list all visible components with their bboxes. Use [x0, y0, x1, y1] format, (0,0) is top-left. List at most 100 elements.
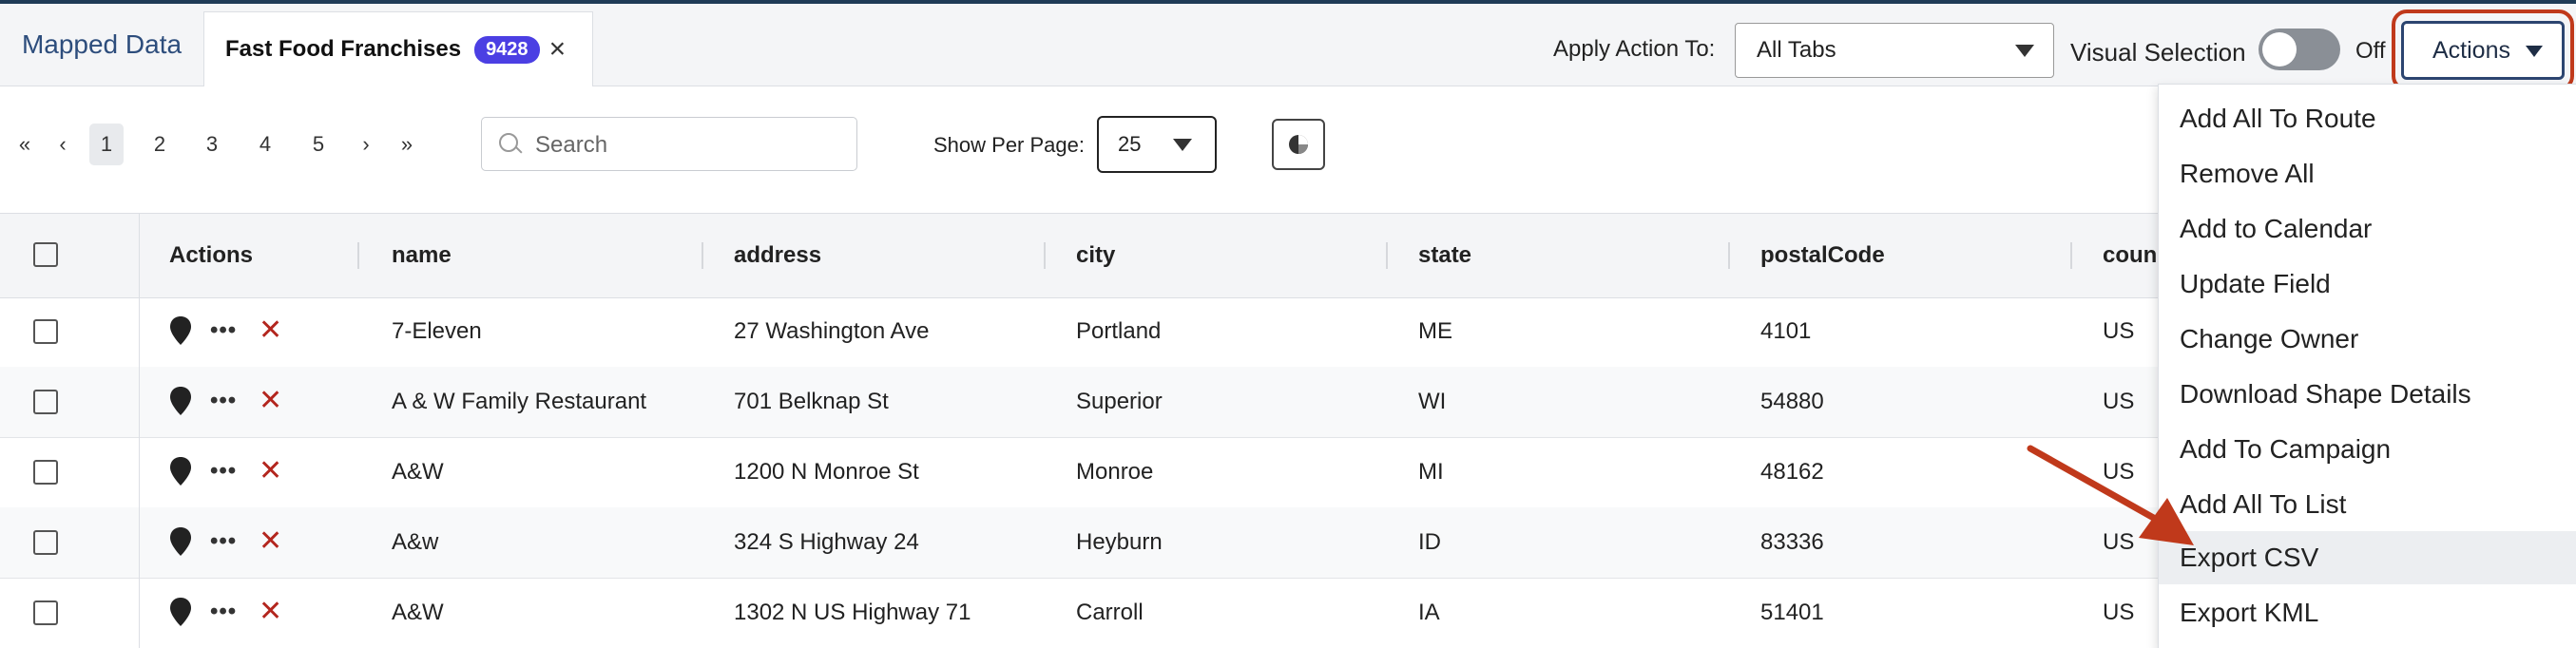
map-pin-icon[interactable]: [168, 386, 193, 416]
cell-postal-code: 51401: [1760, 600, 1824, 625]
toggle-state-label: Off: [2355, 38, 2386, 64]
header-postal-code[interactable]: postalCode: [1760, 214, 1885, 297]
map-pin-icon[interactable]: [168, 597, 193, 627]
pager-page-3[interactable]: 3: [195, 124, 229, 165]
more-options-icon[interactable]: •••: [210, 458, 237, 485]
row-checkbox[interactable]: [33, 600, 58, 625]
cell-state: ME: [1418, 318, 1452, 344]
cell-address: 1200 N Monroe St: [734, 459, 919, 485]
menu-item-add-to-campaign[interactable]: Add To Campaign: [2159, 423, 2576, 476]
cell-state: MI: [1418, 459, 1444, 485]
tab-close-icon[interactable]: ×: [549, 35, 567, 64]
menu-item-add-all-to-list[interactable]: Add All To List: [2159, 478, 2576, 531]
pager-first-button[interactable]: «: [8, 124, 42, 165]
cell-name: A&w: [392, 529, 439, 555]
row-checkbox[interactable]: [33, 530, 58, 555]
visual-selection-label: Visual Selection: [2070, 38, 2246, 67]
cell-name: A & W Family Restaurant: [392, 389, 647, 414]
actions-dropdown-menu: Add All To Route Remove All Add to Calen…: [2158, 84, 2576, 648]
actions-button[interactable]: Actions: [2401, 21, 2565, 80]
apply-action-select[interactable]: All Tabs: [1735, 23, 2054, 78]
cell-state: WI: [1418, 389, 1447, 414]
menu-item-export-kml[interactable]: Export KML: [2159, 586, 2576, 639]
column-resizer[interactable]: [1386, 242, 1388, 269]
pager-page-4[interactable]: 4: [248, 124, 282, 165]
apply-action-value: All Tabs: [1757, 37, 1836, 63]
per-page-value: 25: [1118, 132, 1142, 156]
more-options-icon[interactable]: •••: [210, 388, 237, 414]
row-checkbox[interactable]: [33, 319, 58, 344]
header-actions[interactable]: Actions: [169, 214, 253, 297]
menu-item-download-shape-details[interactable]: Download Shape Details: [2159, 368, 2576, 421]
more-options-icon[interactable]: •••: [210, 528, 237, 555]
cell-name: A&W: [392, 600, 444, 625]
delete-icon[interactable]: ✕: [259, 384, 282, 417]
column-resizer[interactable]: [2070, 242, 2072, 269]
menu-item-add-to-calendar[interactable]: Add to Calendar: [2159, 202, 2576, 256]
map-pin-icon[interactable]: [168, 526, 193, 557]
show-per-page-label: Show Per Page:: [933, 133, 1085, 157]
cell-country: US: [2103, 600, 2135, 625]
header-name[interactable]: name: [392, 214, 452, 297]
header-state[interactable]: state: [1418, 214, 1471, 297]
menu-item-update-field[interactable]: Update Field: [2159, 257, 2576, 311]
pie-chart-icon: [1289, 135, 1308, 154]
visual-selection-toggle[interactable]: [2259, 29, 2340, 70]
pager-page-5[interactable]: 5: [301, 124, 336, 165]
search-input[interactable]: [533, 127, 841, 163]
pager-page-2[interactable]: 2: [143, 124, 177, 165]
menu-item-remove-all[interactable]: Remove All: [2159, 147, 2576, 200]
toggle-knob: [2262, 32, 2297, 67]
pager-next-button[interactable]: ›: [349, 124, 383, 165]
more-options-icon[interactable]: •••: [210, 599, 237, 625]
app-root: Mapped Data Fast Food Franchises 9428 × …: [0, 0, 2576, 648]
cell-name: 7-Eleven: [392, 318, 482, 344]
cell-postal-code: 48162: [1760, 459, 1824, 485]
column-resizer[interactable]: [1728, 242, 1730, 269]
cell-state: IA: [1418, 600, 1440, 625]
record-count-badge: 9428: [474, 35, 540, 64]
delete-icon[interactable]: ✕: [259, 454, 282, 487]
map-pin-icon[interactable]: [168, 456, 193, 486]
cell-city: Monroe: [1076, 459, 1154, 485]
delete-icon[interactable]: ✕: [259, 524, 282, 558]
menu-item-export-csv[interactable]: Export CSV: [2159, 531, 2576, 584]
tab-fast-food-franchises[interactable]: Fast Food Franchises 9428 ×: [203, 11, 593, 86]
row-checkbox[interactable]: [33, 390, 58, 414]
more-options-icon[interactable]: •••: [210, 317, 237, 344]
search-icon: [499, 133, 518, 152]
cell-city: Carroll: [1076, 600, 1144, 625]
header-country[interactable]: coun: [2103, 214, 2157, 297]
delete-icon[interactable]: ✕: [259, 595, 282, 628]
pie-chart-button[interactable]: [1272, 119, 1325, 170]
menu-item-change-owner[interactable]: Change Owner: [2159, 313, 2576, 366]
column-divider: [139, 213, 140, 648]
cell-postal-code: 4101: [1760, 318, 1812, 344]
pager-page-1[interactable]: 1: [89, 124, 124, 165]
column-resizer[interactable]: [357, 242, 359, 269]
per-page-select[interactable]: 25: [1097, 116, 1217, 173]
tab-mapped-data[interactable]: Mapped Data: [0, 4, 203, 86]
row-checkbox[interactable]: [33, 460, 58, 485]
cell-country: US: [2103, 318, 2135, 344]
cell-country: US: [2103, 459, 2135, 485]
header-address[interactable]: address: [734, 214, 821, 297]
actions-button-label: Actions: [2432, 36, 2510, 64]
delete-icon[interactable]: ✕: [259, 314, 282, 347]
column-resizer[interactable]: [702, 242, 703, 269]
tab-title: Fast Food Franchises: [225, 36, 462, 62]
menu-item-add-all-to-route[interactable]: Add All To Route: [2159, 92, 2576, 145]
cell-address: 27 Washington Ave: [734, 318, 930, 344]
pager-last-button[interactable]: »: [390, 124, 424, 165]
map-pin-icon[interactable]: [168, 315, 193, 346]
column-resizer[interactable]: [1044, 242, 1046, 269]
cell-postal-code: 83336: [1760, 529, 1824, 555]
select-all-checkbox[interactable]: [33, 242, 58, 267]
header-city[interactable]: city: [1076, 214, 1115, 297]
cell-state: ID: [1418, 529, 1441, 555]
chevron-down-icon: [2015, 45, 2034, 57]
cell-city: Portland: [1076, 318, 1162, 344]
chevron-down-icon: [1173, 139, 1192, 151]
cell-country: US: [2103, 529, 2135, 555]
pager-prev-button[interactable]: ‹: [46, 124, 80, 165]
